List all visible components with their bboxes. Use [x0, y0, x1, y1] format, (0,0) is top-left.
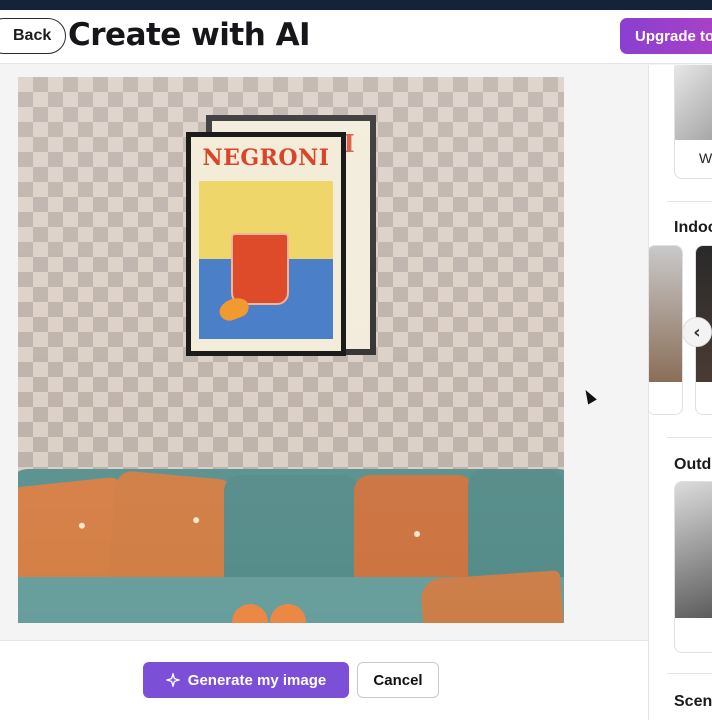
section-title-scenes: Scenes [674, 693, 712, 710]
pillow [354, 475, 474, 593]
chevron-left-icon[interactable]: ‹ [682, 317, 712, 347]
style-thumbnail [675, 65, 712, 140]
page-title: Create with AI [68, 17, 311, 53]
editor-area: NEGRONI NEGRONI [0, 65, 648, 640]
divider [667, 201, 712, 202]
style-thumbnail [675, 482, 712, 618]
cancel-button[interactable]: Cancel [357, 662, 439, 698]
divider [667, 437, 712, 438]
poster-title: NEGRONI [202, 145, 330, 171]
action-bar: Generate my image Cancel [0, 640, 648, 720]
page-header: Back Create with AI Upgrade to [0, 10, 712, 64]
section-title-indoor: Indoor [674, 219, 712, 236]
style-card-label: W [699, 150, 712, 166]
throw-blanket [420, 570, 564, 623]
image-canvas[interactable]: NEGRONI NEGRONI [18, 77, 564, 623]
back-button[interactable]: Back [0, 18, 67, 54]
negroni-poster[interactable]: NEGRONI [186, 132, 346, 356]
upgrade-button[interactable]: Upgrade to [620, 18, 712, 54]
pillow [224, 475, 358, 593]
style-card[interactable] [649, 245, 683, 415]
style-thumbnail [649, 246, 682, 382]
section-title-outdoor: Outdoor [674, 456, 712, 473]
window-top-bar [0, 0, 712, 10]
generate-label: Generate my image [187, 671, 327, 689]
cursor-icon [581, 387, 597, 405]
style-thumbnail [696, 246, 712, 382]
style-card[interactable]: W [674, 65, 712, 179]
sparkle-icon [165, 673, 180, 687]
generate-image-button[interactable]: Generate my image [143, 662, 349, 698]
divider [667, 673, 712, 674]
style-card[interactable] [674, 481, 712, 653]
cocktail-glass-art [231, 233, 289, 305]
style-sidebar: W Indoor ‹ Outdoor Scenes [648, 65, 712, 720]
